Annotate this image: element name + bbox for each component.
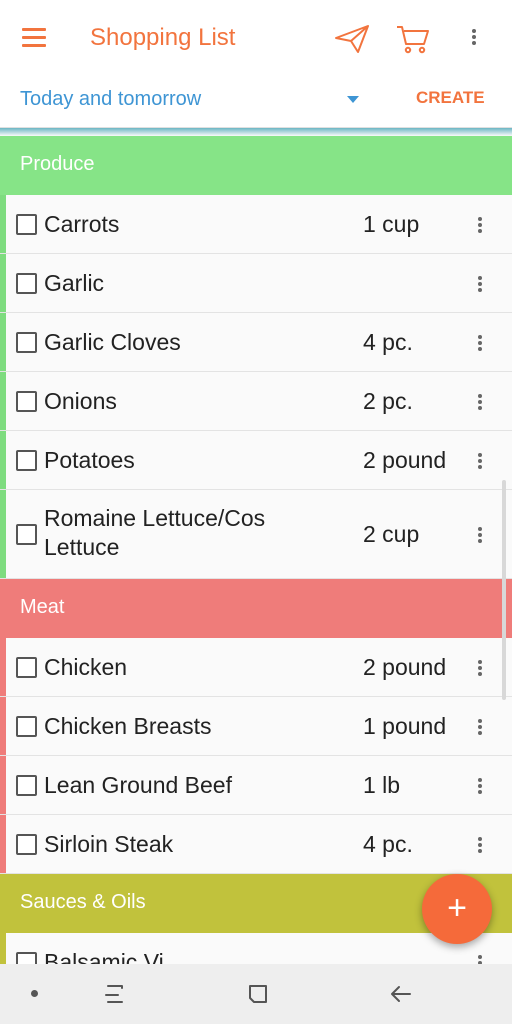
home-icon[interactable] — [246, 982, 270, 1006]
category-label: Produce — [20, 153, 95, 175]
item-quantity: 1 cup — [363, 210, 420, 237]
item-checkbox[interactable] — [16, 331, 37, 353]
category-label: Meat — [20, 596, 65, 618]
item-quantity: 1 lb — [363, 771, 401, 798]
shopping-list: Produce Carrots 1 cup Garlic Garlic Cloves 4 … — [0, 136, 512, 992]
item-more-icon[interactable] — [472, 716, 488, 738]
item-name: Romaine Lettuce/Cos Lettuce — [44, 505, 266, 560]
category-color-stripe — [0, 195, 6, 253]
item-quantity: 1 pound — [363, 712, 447, 739]
divider — [0, 128, 512, 136]
item-name: Chicken Breasts — [44, 712, 212, 739]
item-more-icon[interactable] — [472, 834, 488, 856]
item-name: Sirloin Steak — [44, 830, 174, 857]
list-item[interactable]: Garlic — [0, 254, 512, 313]
item-more-icon[interactable] — [472, 450, 488, 472]
item-more-icon[interactable] — [472, 524, 488, 546]
category-color-stripe — [0, 697, 6, 755]
category-header[interactable]: Meat — [0, 579, 512, 638]
list-item[interactable]: Chicken 2 pound — [0, 638, 512, 697]
system-nav-bar — [0, 964, 512, 1024]
menu-icon[interactable] — [22, 28, 48, 48]
item-more-icon[interactable] — [472, 273, 488, 295]
list-item[interactable]: Lean Ground Beef 1 lb — [0, 756, 512, 815]
filter-bar: Today and tomorrow CREATE — [0, 78, 512, 128]
item-more-icon[interactable] — [472, 657, 488, 679]
category-color-stripe — [0, 638, 6, 696]
item-quantity: 4 pc. — [363, 328, 413, 355]
category-color-stripe — [0, 756, 6, 814]
item-name: Chicken — [44, 653, 128, 680]
category-color-stripe — [0, 815, 6, 873]
scrollbar[interactable] — [502, 480, 506, 700]
category-color-stripe — [0, 372, 6, 430]
item-checkbox[interactable] — [16, 715, 37, 737]
category-color-stripe — [0, 313, 6, 371]
list-item[interactable]: Onions 2 pc. — [0, 372, 512, 431]
item-quantity: 2 pound — [363, 446, 447, 473]
list-item[interactable]: Chicken Breasts 1 pound — [0, 697, 512, 756]
list-item[interactable]: Sirloin Steak 4 pc. — [0, 815, 512, 874]
item-quantity: 2 pc. — [363, 387, 413, 414]
item-more-icon[interactable] — [472, 332, 488, 354]
dropdown-arrow-icon[interactable] — [347, 96, 359, 103]
item-checkbox[interactable] — [16, 833, 37, 855]
more-options-icon[interactable] — [466, 26, 482, 48]
send-icon[interactable] — [334, 24, 370, 54]
item-more-icon[interactable] — [472, 391, 488, 413]
list-item[interactable]: Carrots 1 cup — [0, 195, 512, 254]
date-filter-select[interactable]: Today and tomorrow — [20, 88, 201, 111]
nav-dot-icon[interactable] — [31, 990, 38, 997]
category-header[interactable]: Produce — [0, 136, 512, 195]
item-quantity: 2 pound — [363, 653, 447, 680]
create-button[interactable]: CREATE — [416, 88, 485, 108]
item-checkbox[interactable] — [16, 449, 37, 471]
category-color-stripe — [0, 490, 6, 578]
page-title: Shopping List — [90, 24, 236, 51]
item-checkbox[interactable] — [16, 523, 37, 545]
item-checkbox[interactable] — [16, 213, 37, 235]
item-quantity: 2 cup — [363, 520, 420, 547]
recent-apps-icon[interactable] — [102, 982, 128, 1006]
category-color-stripe — [0, 254, 6, 312]
app-bar: Shopping List — [0, 0, 512, 78]
back-icon[interactable] — [388, 982, 414, 1006]
item-more-icon[interactable] — [472, 775, 488, 797]
item-quantity: 4 pc. — [363, 830, 413, 857]
cart-icon[interactable] — [396, 24, 430, 54]
item-name: Potatoes — [44, 446, 135, 473]
list-item[interactable]: Romaine Lettuce/Cos Lettuce 2 cup — [0, 490, 512, 579]
item-name: Carrots — [44, 210, 120, 237]
item-name: Lean Ground Beef — [44, 771, 232, 798]
category-color-stripe — [0, 431, 6, 489]
item-more-icon[interactable] — [472, 214, 488, 236]
item-checkbox[interactable] — [16, 272, 37, 294]
item-name: Onions — [44, 387, 117, 414]
item-name: Garlic Cloves — [44, 328, 181, 355]
list-item[interactable]: Potatoes 2 pound — [0, 431, 512, 490]
item-checkbox[interactable] — [16, 774, 37, 796]
list-item[interactable]: Garlic Cloves 4 pc. — [0, 313, 512, 372]
item-name: Garlic — [44, 269, 105, 296]
add-item-button[interactable]: + — [422, 874, 492, 944]
category-label: Sauces & Oils — [20, 891, 146, 913]
item-checkbox[interactable] — [16, 390, 37, 412]
item-checkbox[interactable] — [16, 656, 37, 678]
